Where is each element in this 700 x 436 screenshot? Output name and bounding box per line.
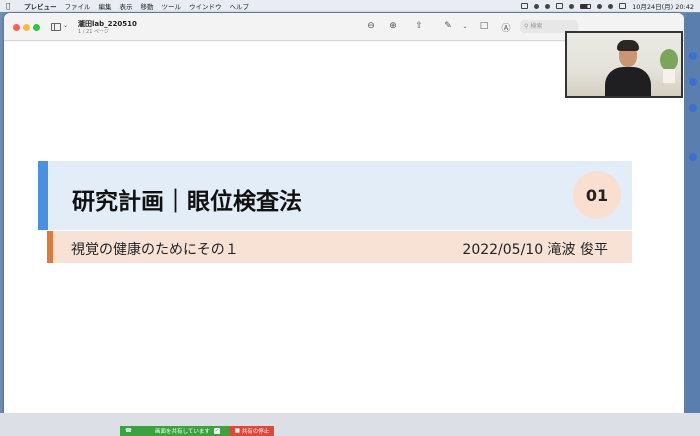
- markup-dropdown-icon[interactable]: ⌄: [459, 23, 471, 30]
- menu-view[interactable]: 表示: [120, 1, 133, 11]
- search-placeholder: 検索: [530, 23, 543, 30]
- page-indicator: 1 / 21 ページ: [78, 29, 109, 35]
- screen-share-icon[interactable]: [521, 3, 529, 9]
- menubar-datetime[interactable]: 10月24日(月) 20:42: [632, 1, 694, 11]
- subtitle-accent-bar: [47, 231, 53, 263]
- sidebar-toggle-icon[interactable]: [51, 23, 61, 31]
- slide-subtitle: 視覚の健康のためにその１: [71, 242, 239, 258]
- stop-sharing-label: 共有の停止: [241, 429, 270, 435]
- zoom-out-icon[interactable]: ⊖: [365, 21, 377, 31]
- slide-subtitle-band: 視覚の健康のためにその１ 2022/05/10 滝波 俊平: [47, 231, 632, 263]
- menu-edit[interactable]: 編集: [99, 1, 112, 11]
- menu-bar:  プレビュー ファイル 編集 表示 移動 ツール ウインドウ ヘルプ 10月2…: [0, 0, 700, 12]
- slide-title-band: 研究計画｜眼位検査法 01: [38, 161, 632, 230]
- menu-app-preview[interactable]: プレビュー: [24, 1, 57, 11]
- menu-file[interactable]: ファイル: [65, 1, 91, 11]
- annotate-icon[interactable]: Ⓐ: [500, 21, 512, 34]
- battery-icon[interactable]: [580, 3, 592, 9]
- check-icon: ✓: [213, 428, 220, 434]
- menu-help[interactable]: ヘルプ: [230, 1, 250, 11]
- zoom-window-button[interactable]: [33, 24, 40, 31]
- slide-title: 研究計画｜眼位検査法: [72, 189, 302, 215]
- webcam-person-hair: [617, 40, 639, 51]
- webcam-plant-pot: [663, 69, 675, 83]
- bluetooth-icon[interactable]: [569, 3, 575, 9]
- title-accent-bar: [38, 161, 48, 230]
- zoom-in-icon[interactable]: ⊕: [387, 21, 399, 31]
- spotlight-icon[interactable]: [608, 3, 614, 9]
- phone-icon: ☎: [125, 428, 132, 434]
- webcam-plant: [660, 49, 678, 71]
- chevron-down-icon[interactable]: ⌄: [63, 22, 68, 29]
- side-app-icon[interactable]: [689, 52, 697, 60]
- side-app-icon[interactable]: [689, 104, 697, 112]
- control-center-icon[interactable]: [619, 3, 627, 9]
- webcam-overlay[interactable]: [565, 31, 683, 98]
- background-window-strip: [686, 13, 700, 425]
- minimize-window-button[interactable]: [23, 24, 30, 31]
- side-app-icon[interactable]: [689, 78, 697, 86]
- stop-icon: ■: [234, 428, 242, 434]
- wifi-icon[interactable]: [597, 3, 603, 9]
- background-window-bottom: [0, 413, 700, 436]
- rotate-icon[interactable]: □: [478, 21, 490, 31]
- stop-sharing-button[interactable]: ■ 共有の停止: [230, 426, 274, 436]
- slide-number-badge: 01: [573, 171, 621, 219]
- close-window-button[interactable]: [13, 24, 20, 31]
- menu-window[interactable]: ウインドウ: [189, 1, 222, 11]
- status-area: 10月24日(月) 20:42: [521, 0, 694, 12]
- side-app-icon[interactable]: [689, 153, 697, 161]
- webcam-person-body: [605, 67, 651, 96]
- menu-tools[interactable]: ツール: [162, 1, 182, 11]
- search-icon: ⚲: [524, 23, 529, 30]
- markup-pen-icon[interactable]: ✎: [442, 21, 454, 31]
- display-icon[interactable]: [556, 3, 564, 9]
- status-dot-icon[interactable]: [534, 3, 540, 9]
- share-status-label: 画面を共有しています: [155, 429, 210, 435]
- slide-date-author: 2022/05/10 滝波 俊平: [462, 242, 608, 258]
- menu-go[interactable]: 移動: [141, 1, 154, 11]
- share-icon[interactable]: ⇧: [413, 21, 425, 31]
- google-drive-icon[interactable]: [545, 3, 551, 9]
- apple-menu-icon[interactable]: : [6, 2, 16, 10]
